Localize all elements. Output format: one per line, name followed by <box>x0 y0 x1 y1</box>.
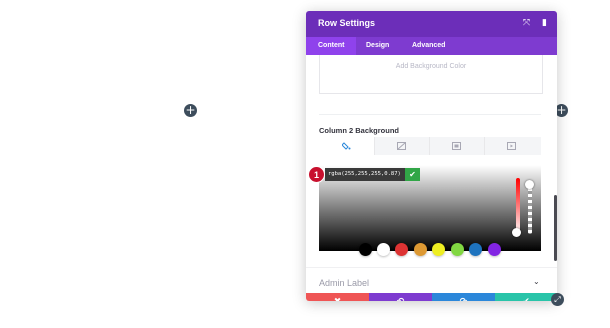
swatch-purple[interactable] <box>488 243 501 256</box>
undo-button[interactable]: ↶ <box>369 293 432 301</box>
divider <box>319 114 541 115</box>
opacity-slider-knob[interactable] <box>525 180 534 189</box>
color-value-input[interactable]: rgba(255,255,255,0.87) <box>325 168 405 181</box>
modal-header: Row Settings ⤧ ▮ <box>306 11 557 37</box>
add-background-color-button[interactable]: Add Background Color <box>319 55 543 94</box>
modal-title: Row Settings <box>318 18 376 28</box>
modal-body: Add Background Color Column 2 Background… <box>306 55 557 293</box>
step-number-badge: 1 <box>308 166 325 183</box>
admin-label-toggle[interactable]: Admin Label ⌄ <box>306 267 557 294</box>
swatch-red[interactable] <box>395 243 408 256</box>
modal-footer: ✖ ↶ ↷ ✔ <box>306 293 557 301</box>
paint-bucket-icon <box>342 142 351 150</box>
add-background-color-label: Add Background Color <box>395 63 467 70</box>
color-confirm-button[interactable]: ✔ <box>405 168 420 181</box>
swatch-orange[interactable] <box>414 243 427 256</box>
swatch-green[interactable] <box>451 243 464 256</box>
resize-handle-icon[interactable]: ⤢ <box>551 293 564 306</box>
color-tab[interactable] <box>319 137 375 155</box>
opacity-slider[interactable] <box>528 182 532 234</box>
scrollbar[interactable] <box>554 195 557 261</box>
save-button[interactable]: ✔ <box>495 293 557 301</box>
redo-button[interactable]: ↷ <box>432 293 495 301</box>
video-tab[interactable] <box>484 137 539 155</box>
tab-content[interactable]: Content <box>306 37 357 55</box>
admin-label-text: Admin Label <box>319 278 370 288</box>
hue-slider[interactable] <box>516 178 520 234</box>
swatch-white[interactable] <box>377 243 390 256</box>
swatch-yellow[interactable] <box>432 243 445 256</box>
gradient-tab[interactable] <box>374 137 430 155</box>
video-icon <box>507 142 516 150</box>
background-type-tabs <box>319 137 541 155</box>
settings-tabs: Content Design Advanced <box>306 37 557 55</box>
row-settings-modal: Row Settings ⤧ ▮ Content Design Advanced… <box>306 11 557 301</box>
add-section-icon[interactable]: + <box>184 104 197 117</box>
cancel-button[interactable]: ✖ <box>306 293 369 301</box>
color-swatches <box>359 243 509 257</box>
gradient-icon <box>397 142 406 150</box>
image-icon <box>452 142 461 150</box>
chevron-down-icon: ⌄ <box>533 277 540 286</box>
column-2-background-label: Column 2 Background <box>319 126 400 135</box>
swatch-blue[interactable] <box>469 243 482 256</box>
sidebar-toggle-icon[interactable]: ▮ <box>538 17 551 30</box>
tab-advanced[interactable]: Advanced <box>400 37 457 55</box>
expand-icon[interactable]: ⤧ <box>520 17 533 30</box>
image-tab[interactable] <box>429 137 485 155</box>
swatch-black[interactable] <box>359 243 372 256</box>
color-picker-area[interactable]: rgba(255,255,255,0.87) ✔ 1 <box>308 163 541 251</box>
tab-design[interactable]: Design <box>354 37 401 55</box>
hue-slider-knob[interactable] <box>512 228 521 237</box>
